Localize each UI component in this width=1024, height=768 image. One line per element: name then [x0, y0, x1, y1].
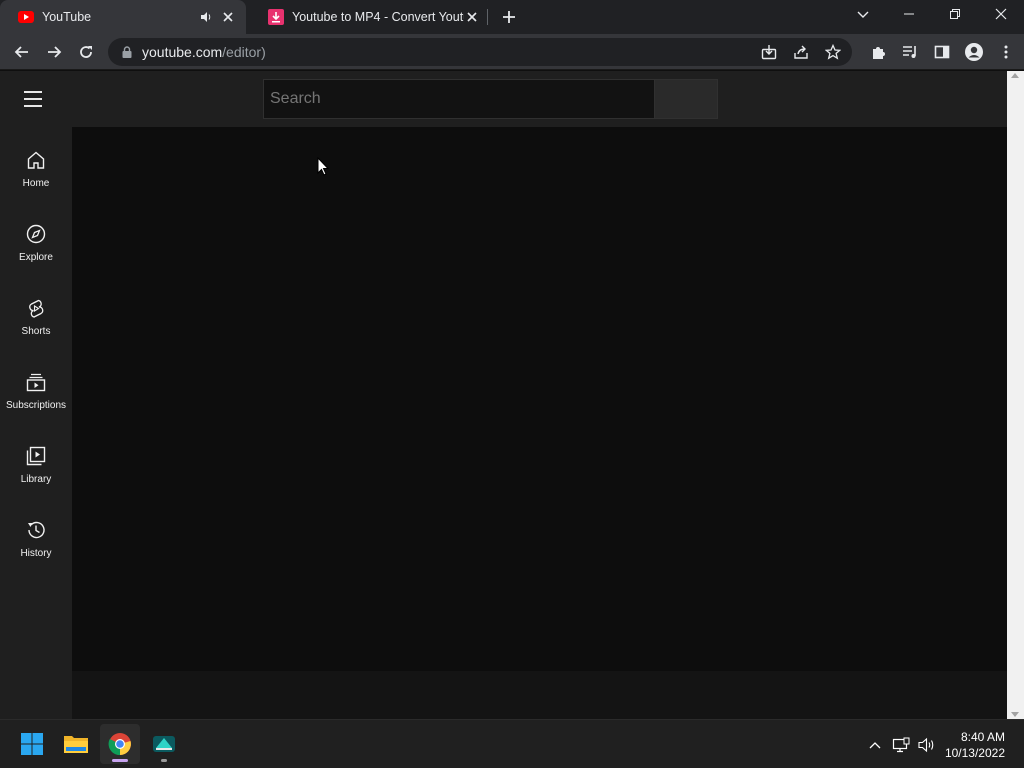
- download-icon: [268, 9, 284, 25]
- menu-kebab-icon[interactable]: [990, 38, 1022, 66]
- start-button[interactable]: [12, 724, 52, 764]
- tab-separator: [487, 9, 488, 25]
- tab-search-button[interactable]: [852, 4, 874, 26]
- back-button[interactable]: [8, 38, 36, 66]
- guide-sidebar: Home Explore Shorts Subscriptions Librar…: [0, 127, 72, 719]
- page-scrollbar[interactable]: [1007, 71, 1024, 719]
- running-app-indicator: [161, 759, 167, 762]
- speaker-icon[interactable]: [198, 11, 214, 23]
- mouse-cursor-icon: [317, 156, 330, 181]
- guide-label: Subscriptions: [5, 400, 67, 411]
- guide-item-explore[interactable]: Explore: [0, 201, 72, 275]
- minimize-icon: [904, 13, 914, 15]
- guide-label: History: [20, 548, 52, 559]
- install-app-icon[interactable]: [758, 41, 780, 63]
- window-controls: [886, 0, 1024, 34]
- home-icon: [24, 148, 48, 172]
- restore-button[interactable]: [932, 0, 978, 28]
- chevron-down-icon: [857, 11, 869, 18]
- reload-button[interactable]: [72, 38, 100, 66]
- chevron-up-icon[interactable]: [862, 732, 888, 758]
- search-button[interactable]: [654, 79, 718, 119]
- active-app-indicator: [112, 759, 128, 762]
- content-footer-area: [72, 671, 1007, 719]
- url-host: youtube.com: [142, 44, 223, 60]
- forward-button[interactable]: [40, 38, 68, 66]
- extensions-puzzle-icon[interactable]: [862, 38, 894, 66]
- share-icon[interactable]: [790, 41, 812, 63]
- side-panel-icon[interactable]: [926, 38, 958, 66]
- system-tray: 8:40 AM 10/13/2022: [862, 720, 1024, 768]
- clock[interactable]: 8:40 AM 10/13/2022: [940, 729, 1024, 761]
- browser-toolbar: youtube.com/editor): [0, 34, 1024, 70]
- library-icon: [24, 444, 48, 468]
- restore-icon: [950, 9, 960, 19]
- subscriptions-icon: [24, 370, 48, 394]
- bookmark-star-icon[interactable]: [822, 41, 844, 63]
- new-tab-button[interactable]: [498, 6, 520, 28]
- guide-item-history[interactable]: History: [0, 497, 72, 571]
- guide-label: Shorts: [21, 326, 51, 337]
- guide-label: Library: [20, 474, 52, 485]
- youtube-page: Home Explore Shorts Subscriptions Librar…: [0, 71, 1024, 719]
- guide-item-library[interactable]: Library: [0, 423, 72, 497]
- folder-icon: [64, 736, 88, 753]
- tab-strip: YouTube Youtube to MP4 - Convert Youtube: [0, 0, 1024, 34]
- search-input[interactable]: [263, 79, 655, 119]
- guide-item-subscriptions[interactable]: Subscriptions: [0, 349, 72, 423]
- lock-icon[interactable]: [120, 46, 134, 58]
- omnibox-actions: [758, 38, 844, 66]
- volume-icon[interactable]: [914, 732, 940, 758]
- screen: { "browser": { "tabs": [ {"title": "YouT…: [0, 0, 1024, 768]
- plus-icon: [503, 11, 515, 23]
- minimize-button[interactable]: [886, 0, 932, 28]
- tab-youtube-to-mp4[interactable]: Youtube to MP4 - Convert Youtube: [250, 0, 490, 34]
- profile-avatar-icon[interactable]: [958, 38, 990, 66]
- windows-logo-icon: [21, 733, 43, 755]
- url-path: /editor): [222, 44, 266, 60]
- history-icon: [24, 518, 48, 542]
- chrome-icon: [108, 733, 131, 756]
- guide-item-home[interactable]: Home: [0, 127, 72, 201]
- youtube-icon: [18, 9, 34, 25]
- chrome-taskbar-button[interactable]: [100, 724, 140, 764]
- clock-date: 10/13/2022: [944, 745, 1005, 760]
- guide-label: Home: [22, 178, 50, 189]
- guide-item-shorts[interactable]: Shorts: [0, 275, 72, 349]
- tab-title: YouTube: [42, 10, 92, 24]
- scroll-up-arrow-icon[interactable]: [1011, 73, 1019, 78]
- extension-actions: [862, 38, 1022, 66]
- reload-icon: [80, 46, 92, 58]
- file-explorer-button[interactable]: [56, 724, 96, 764]
- app-taskbar-button[interactable]: [144, 724, 184, 764]
- address-bar[interactable]: youtube.com/editor): [108, 38, 852, 66]
- close-window-button[interactable]: [978, 0, 1024, 28]
- clock-time: 8:40 AM: [960, 729, 1005, 744]
- video-editor-app-icon: [153, 736, 175, 752]
- main-content-area: [72, 127, 1007, 671]
- tab-title: Youtube to MP4 - Convert Youtube: [292, 10, 464, 24]
- youtube-header: [0, 71, 1007, 127]
- network-icon[interactable]: [888, 732, 914, 758]
- media-controls-icon[interactable]: [894, 38, 926, 66]
- close-tab-icon[interactable]: [464, 9, 480, 25]
- url-text: youtube.com/editor): [142, 44, 266, 60]
- guide-label: Explore: [19, 252, 53, 263]
- compass-icon: [24, 222, 48, 246]
- scroll-down-arrow-icon[interactable]: [1011, 712, 1019, 717]
- shorts-icon: [24, 296, 48, 320]
- tab-youtube[interactable]: YouTube: [0, 0, 246, 34]
- arrow-right-icon: [48, 46, 62, 58]
- close-tab-icon[interactable]: [220, 9, 236, 25]
- close-icon: [995, 8, 1007, 20]
- hamburger-menu-icon[interactable]: [24, 88, 48, 110]
- arrow-left-icon: [14, 46, 28, 58]
- windows-taskbar: 8:40 AM 10/13/2022: [0, 719, 1024, 768]
